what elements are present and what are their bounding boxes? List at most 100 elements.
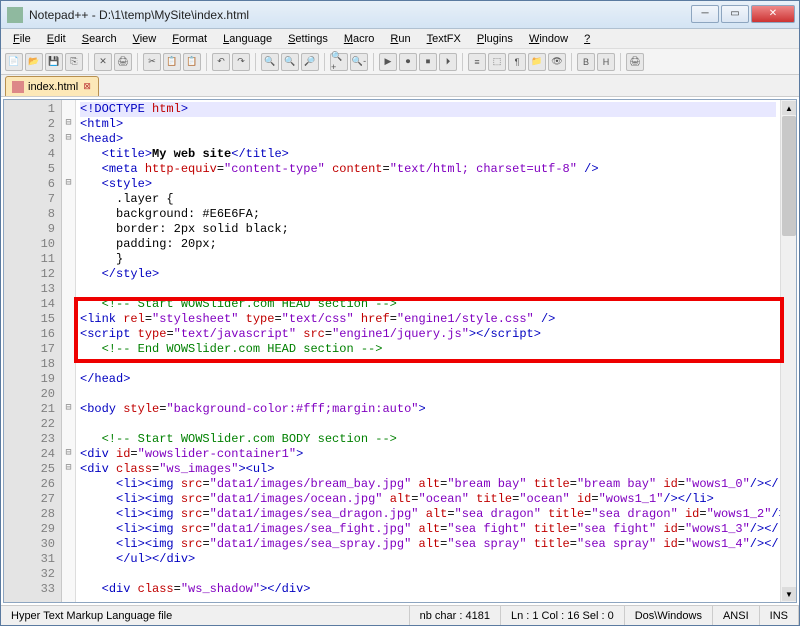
- toolbar-button-31[interactable]: 👁: [548, 53, 566, 71]
- toolbar-button-15[interactable]: 🔍: [261, 53, 279, 71]
- line-number[interactable]: 14: [4, 297, 61, 312]
- menu-edit[interactable]: Edit: [39, 31, 74, 47]
- line-number[interactable]: 27: [4, 492, 61, 507]
- toolbar-button-25[interactable]: ⏵: [439, 53, 457, 71]
- toolbar-button-22[interactable]: ▶: [379, 53, 397, 71]
- fold-gutter[interactable]: ⊟⊟⊟⊟⊟⊟: [62, 100, 76, 602]
- toolbar-button-1[interactable]: 📂: [25, 53, 43, 71]
- menu-search[interactable]: Search: [74, 31, 125, 47]
- line-number[interactable]: 6: [4, 177, 61, 192]
- code-line[interactable]: [80, 417, 776, 432]
- toolbar-button-8[interactable]: ✂: [143, 53, 161, 71]
- toolbar-button-10[interactable]: 📋: [183, 53, 201, 71]
- line-number[interactable]: 23: [4, 432, 61, 447]
- code-line[interactable]: <div id="wowslider-container1">: [80, 447, 776, 462]
- line-number[interactable]: 4: [4, 147, 61, 162]
- fold-marker[interactable]: [62, 267, 75, 282]
- code-line[interactable]: [80, 567, 776, 582]
- fold-marker[interactable]: ⊟: [62, 447, 75, 462]
- code-line[interactable]: <html>: [80, 117, 776, 132]
- toolbar-button-16[interactable]: 🔍: [281, 53, 299, 71]
- line-number[interactable]: 26: [4, 477, 61, 492]
- code-line[interactable]: <li><img src="data1/images/sea_dragon.jp…: [80, 507, 776, 522]
- code-line[interactable]: <meta http-equiv="content-type" content=…: [80, 162, 776, 177]
- toolbar-button-9[interactable]: 📋: [163, 53, 181, 71]
- code-line[interactable]: <!-- Start WOWSlider.com BODY section --…: [80, 432, 776, 447]
- fold-marker[interactable]: [62, 222, 75, 237]
- code-line[interactable]: border: 2px solid black;: [80, 222, 776, 237]
- line-number[interactable]: 18: [4, 357, 61, 372]
- fold-marker[interactable]: [62, 507, 75, 522]
- fold-marker[interactable]: [62, 162, 75, 177]
- code-line[interactable]: <div class="ws_shadow"></div>: [80, 582, 776, 597]
- menu-file[interactable]: File: [5, 31, 39, 47]
- code-line[interactable]: <!DOCTYPE html>: [80, 102, 776, 117]
- line-number[interactable]: 15: [4, 312, 61, 327]
- toolbar-button-2[interactable]: 💾: [45, 53, 63, 71]
- tab-close-icon[interactable]: ⊠: [82, 82, 92, 92]
- line-number[interactable]: 9: [4, 222, 61, 237]
- toolbar-button-30[interactable]: 📁: [528, 53, 546, 71]
- menu-textfx[interactable]: TextFX: [419, 31, 469, 47]
- code-line[interactable]: <li><img src="data1/images/bream_bay.jpg…: [80, 477, 776, 492]
- code-line[interactable]: </ul></div>: [80, 552, 776, 567]
- line-number[interactable]: 5: [4, 162, 61, 177]
- fold-marker[interactable]: [62, 252, 75, 267]
- line-number[interactable]: 11: [4, 252, 61, 267]
- fold-marker[interactable]: [62, 327, 75, 342]
- fold-marker[interactable]: ⊟: [62, 132, 75, 147]
- vertical-scrollbar[interactable]: ▲ ▼: [780, 100, 796, 602]
- toolbar-button-3[interactable]: ⎘: [65, 53, 83, 71]
- fold-marker[interactable]: [62, 387, 75, 402]
- line-number[interactable]: 17: [4, 342, 61, 357]
- fold-marker[interactable]: [62, 207, 75, 222]
- code-line[interactable]: <script type="text/javascript" src="engi…: [80, 327, 776, 342]
- scroll-down-arrow[interactable]: ▼: [782, 587, 796, 601]
- fold-marker[interactable]: [62, 432, 75, 447]
- minimize-button[interactable]: ─: [691, 5, 719, 23]
- code-line[interactable]: .layer {: [80, 192, 776, 207]
- menu-settings[interactable]: Settings: [280, 31, 336, 47]
- line-number[interactable]: 8: [4, 207, 61, 222]
- fold-marker[interactable]: [62, 102, 75, 117]
- line-number[interactable]: 31: [4, 552, 61, 567]
- code-area[interactable]: <!DOCTYPE html><html><head> <title>My we…: [76, 100, 780, 602]
- toolbar-button-5[interactable]: ✕: [94, 53, 112, 71]
- line-number[interactable]: 21: [4, 402, 61, 417]
- code-line[interactable]: <link rel="stylesheet" type="text/css" h…: [80, 312, 776, 327]
- toolbar-button-28[interactable]: ⬚: [488, 53, 506, 71]
- line-number[interactable]: 29: [4, 522, 61, 537]
- line-number[interactable]: 16: [4, 327, 61, 342]
- toolbar-button-27[interactable]: ≡: [468, 53, 486, 71]
- fold-marker[interactable]: [62, 147, 75, 162]
- code-line[interactable]: <li><img src="data1/images/ocean.jpg" al…: [80, 492, 776, 507]
- menu-window[interactable]: Window: [521, 31, 576, 47]
- line-number[interactable]: 2: [4, 117, 61, 132]
- line-number[interactable]: 12: [4, 267, 61, 282]
- fold-marker[interactable]: [62, 357, 75, 372]
- code-line[interactable]: <div class="ws_images"><ul>: [80, 462, 776, 477]
- code-line[interactable]: <style>: [80, 177, 776, 192]
- toolbar-button-0[interactable]: 📄: [5, 53, 23, 71]
- fold-marker[interactable]: [62, 297, 75, 312]
- toolbar-button-12[interactable]: ↶: [212, 53, 230, 71]
- line-number[interactable]: 13: [4, 282, 61, 297]
- line-number[interactable]: 20: [4, 387, 61, 402]
- fold-marker[interactable]: [62, 237, 75, 252]
- line-number[interactable]: 24: [4, 447, 61, 462]
- code-line[interactable]: <!-- Start WOWSlider.com HEAD section --…: [80, 297, 776, 312]
- toolbar-button-6[interactable]: 🖨: [114, 53, 132, 71]
- toolbar-button-29[interactable]: ¶: [508, 53, 526, 71]
- fold-marker[interactable]: [62, 582, 75, 597]
- line-number[interactable]: 7: [4, 192, 61, 207]
- fold-marker[interactable]: ⊟: [62, 462, 75, 477]
- fold-marker[interactable]: [62, 492, 75, 507]
- code-line[interactable]: padding: 20px;: [80, 237, 776, 252]
- line-gutter[interactable]: 1234567891011121314151617181920212223242…: [4, 100, 62, 602]
- line-number[interactable]: 25: [4, 462, 61, 477]
- file-tab[interactable]: index.html ⊠: [5, 76, 99, 96]
- fold-marker[interactable]: [62, 312, 75, 327]
- fold-marker[interactable]: [62, 192, 75, 207]
- toolbar-button-19[interactable]: 🔍+: [330, 53, 348, 71]
- menu-plugins[interactable]: Plugins: [469, 31, 521, 47]
